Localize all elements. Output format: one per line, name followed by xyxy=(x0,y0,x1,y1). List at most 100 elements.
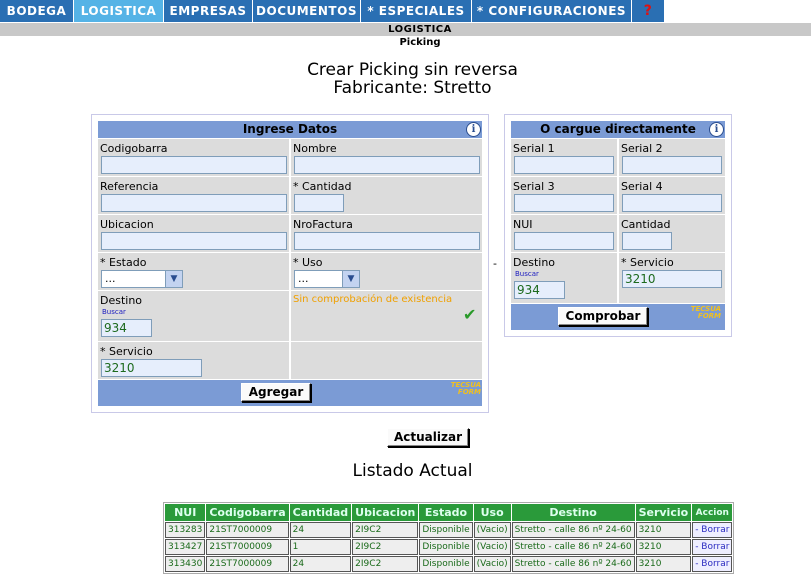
serial3-field[interactable] xyxy=(514,194,614,212)
tab-bodega[interactable]: BODEGA xyxy=(0,0,74,22)
destino-field[interactable]: 934 xyxy=(101,319,152,337)
quick-buscar-link[interactable]: Buscar xyxy=(515,270,539,278)
actualizar-button[interactable]: Actualizar xyxy=(387,428,469,447)
listado-title: Listado Actual xyxy=(352,461,473,481)
cell-destino: Stretto - calle 86 nº 24-60 xyxy=(511,556,635,572)
existencia-cell: Sin comprobación de existencia ✔ xyxy=(291,291,482,341)
help-icon[interactable]: ? xyxy=(644,3,653,19)
info-icon[interactable]: i xyxy=(466,122,481,137)
agregar-button[interactable]: Agregar xyxy=(241,383,311,402)
table-row: 313430 21ST7000009 24 2I9C2 Disponible (… xyxy=(165,556,733,572)
cell-nui: 313430 xyxy=(165,556,206,572)
quick-servicio-cell: * Servicio 3210 xyxy=(619,253,725,303)
borrar-link[interactable]: - Borrar xyxy=(692,539,733,555)
quick-cantidad-label: Cantidad xyxy=(621,218,671,231)
cell-uso: (Vacio) xyxy=(473,556,511,572)
listado-table: NUI Codigobarra Cantidad Ubicacion Estad… xyxy=(163,502,735,574)
ubicacion-field[interactable] xyxy=(101,232,287,250)
tab-documentos[interactable]: DOCUMENTOS xyxy=(253,0,361,22)
panel-footer: Agregar TECSUA FORM xyxy=(98,380,482,406)
empty-cell xyxy=(291,342,482,379)
codigobarra-field[interactable] xyxy=(101,156,287,174)
tab-especiales[interactable]: * ESPECIALES xyxy=(361,0,472,22)
borrar-link[interactable]: - Borrar xyxy=(692,522,733,538)
servicio-label: * Servicio xyxy=(100,345,153,358)
servicio-cell: * Servicio 3210 xyxy=(98,342,289,379)
comprobar-button[interactable]: Comprobar xyxy=(558,307,648,326)
col-cantidad: Cantidad xyxy=(289,504,352,521)
cell-ubicacion: 2I9C2 xyxy=(352,556,419,572)
section-title: LOGISTICA xyxy=(388,24,452,35)
chevron-down-icon[interactable]: ▼ xyxy=(342,271,359,287)
cell-codigobarra: 21ST7000009 xyxy=(206,556,289,572)
referencia-cell: Referencia xyxy=(98,177,289,214)
checkmark-icon: ✔ xyxy=(463,305,477,324)
table-row: 313283 21ST7000009 24 2I9C2 Disponible (… xyxy=(165,522,733,538)
tab-empresas[interactable]: EMPRESAS xyxy=(164,0,253,22)
cell-nui: 313427 xyxy=(165,539,206,555)
manufacturer-title: Fabricante: Stretto xyxy=(333,78,492,98)
referencia-field[interactable] xyxy=(101,194,287,212)
quick-cantidad-field[interactable] xyxy=(622,232,672,250)
quick-panel-header: O cargue directamente xyxy=(511,121,725,138)
top-nav: BODEGA LOGISTICA EMPRESAS DOCUMENTOS * E… xyxy=(0,0,811,22)
borrar-link[interactable]: - Borrar xyxy=(692,556,733,572)
estado-cell: * Estado ... ▼ xyxy=(98,253,289,290)
serial2-field[interactable] xyxy=(622,156,722,174)
table-row: 313427 21ST7000009 1 2I9C2 Disponible (V… xyxy=(165,539,733,555)
quick-servicio-field[interactable]: 3210 xyxy=(622,270,722,288)
quick-destino-field[interactable]: 934 xyxy=(514,281,565,299)
tab-configuraciones[interactable]: * CONFIGURACIONES xyxy=(472,0,632,22)
nui-field[interactable] xyxy=(514,232,614,250)
cantidad-cell: * Cantidad xyxy=(291,177,482,214)
col-nui: NUI xyxy=(165,504,206,521)
destino-label: Destino xyxy=(100,294,143,307)
cell-cantidad: 1 xyxy=(289,539,352,555)
referencia-label: Referencia xyxy=(100,180,159,193)
quick-destino-label: Destino xyxy=(513,256,556,269)
destino-cell: Destino Buscar 934 xyxy=(98,291,289,341)
codigobarra-cell: Codigobarra xyxy=(98,139,289,176)
cargue-directo-panel: O cargue directamente i Serial 1 Serial … xyxy=(504,114,732,337)
help-tab[interactable]: ? xyxy=(632,0,665,22)
cell-servicio: 3210 xyxy=(635,539,692,555)
ingrese-datos-panel: Ingrese Datos i Codigobarra Nombre Refer… xyxy=(91,114,489,413)
quick-cantidad-cell: Cantidad xyxy=(619,215,725,252)
serial1-field[interactable] xyxy=(514,156,614,174)
cell-uso: (Vacio) xyxy=(473,522,511,538)
chevron-down-icon[interactable]: ▼ xyxy=(165,271,182,287)
cantidad-label: * Cantidad xyxy=(293,180,352,193)
nombre-cell: Nombre xyxy=(291,139,482,176)
quick-destino-cell: Destino Buscar 934 xyxy=(511,253,617,303)
cell-codigobarra: 21ST7000009 xyxy=(206,539,289,555)
buscar-link[interactable]: Buscar xyxy=(102,308,126,316)
cell-cantidad: 24 xyxy=(289,556,352,572)
cell-destino: Stretto - calle 86 nº 24-60 xyxy=(511,539,635,555)
serial4-label: Serial 4 xyxy=(621,180,663,193)
estado-label: * Estado xyxy=(100,256,147,269)
tecsua-logo: TECSUA FORM xyxy=(690,305,721,320)
uso-cell: * Uso ... ▼ xyxy=(291,253,482,290)
tecsua-logo: TECSUA FORM xyxy=(450,381,481,396)
cell-ubicacion: 2I9C2 xyxy=(352,539,419,555)
estado-select[interactable]: ... ▼ xyxy=(101,270,183,288)
nrofactura-field[interactable] xyxy=(294,232,480,250)
uso-select[interactable]: ... ▼ xyxy=(294,270,360,288)
serial3-cell: Serial 3 xyxy=(511,177,617,214)
nombre-field[interactable] xyxy=(294,156,480,174)
cell-cantidad: 24 xyxy=(289,522,352,538)
cell-uso: (Vacio) xyxy=(473,539,511,555)
cell-ubicacion: 2I9C2 xyxy=(352,522,419,538)
info-icon[interactable]: i xyxy=(709,122,724,137)
servicio-field[interactable]: 3210 xyxy=(101,359,202,377)
cantidad-field[interactable] xyxy=(294,194,344,212)
cell-codigobarra: 21ST7000009 xyxy=(206,522,289,538)
codigobarra-label: Codigobarra xyxy=(100,142,168,155)
nombre-label: Nombre xyxy=(293,142,337,155)
serial2-cell: Serial 2 xyxy=(619,139,725,176)
nrofactura-label: NroFactura xyxy=(293,218,353,231)
tab-logistica[interactable]: LOGISTICA xyxy=(74,0,164,22)
existencia-text: Sin comprobación de existencia xyxy=(293,294,453,305)
serial4-field[interactable] xyxy=(622,194,722,212)
col-codigobarra: Codigobarra xyxy=(206,504,289,521)
